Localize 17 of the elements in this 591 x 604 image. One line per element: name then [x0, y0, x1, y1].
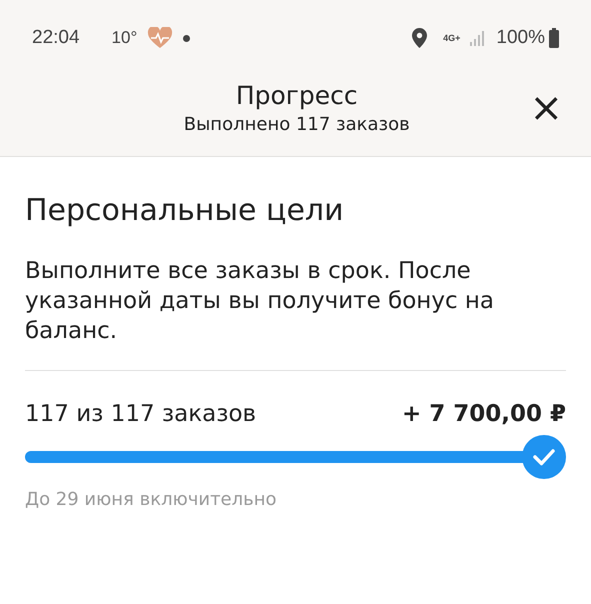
deadline-note: До 29 июня включительно [25, 489, 278, 510]
signal-icon [470, 30, 486, 46]
location-pin-icon [412, 28, 428, 48]
temperature: 10° [112, 28, 138, 48]
screen-subtitle: Выполнено 117 заказов [182, 114, 411, 135]
battery-percent: 100% [496, 27, 545, 49]
order-count: 117 из 117 заказов [25, 401, 256, 427]
dot-icon [183, 34, 190, 42]
heart-icon [147, 27, 174, 49]
section-heading: Персональные цели [25, 193, 345, 228]
description: Выполните все заказы в срок. После указанной даты вы получите бонус на баланс. [25, 257, 496, 346]
close-button[interactable]: × [525, 88, 567, 128]
network-type: 4G+ [443, 33, 460, 43]
clock-time: 22:04 [32, 27, 80, 49]
screen-title: Прогресс [234, 81, 359, 110]
battery-icon [549, 28, 559, 48]
bonus-amount: + 7 700,00 ₽ [402, 401, 566, 427]
